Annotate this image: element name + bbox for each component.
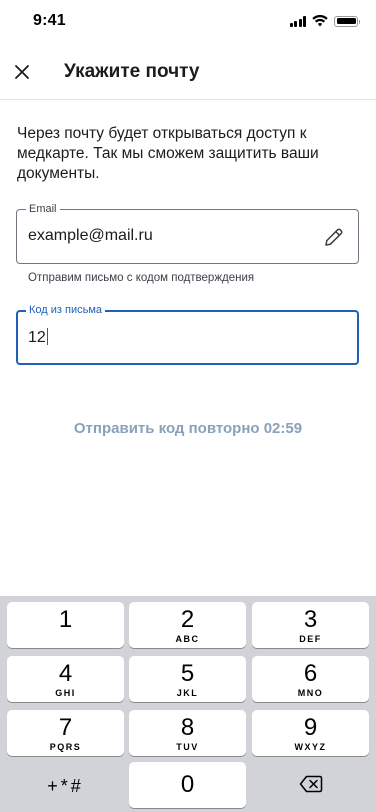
key-letters: GHI bbox=[55, 688, 76, 698]
key-2[interactable]: 2 ABC bbox=[129, 602, 246, 648]
close-button[interactable] bbox=[8, 58, 36, 86]
key-3[interactable]: 3 DEF bbox=[252, 602, 369, 648]
key-letters: PQRS bbox=[49, 742, 82, 752]
close-icon bbox=[15, 65, 29, 79]
key-number: 8 bbox=[180, 714, 195, 741]
resend-code-button[interactable]: Отправить код повторно 02:59 bbox=[0, 420, 376, 437]
key-number: 1 bbox=[58, 606, 73, 633]
status-time: 9:41 bbox=[33, 12, 66, 29]
key-letters: JKL bbox=[176, 688, 199, 698]
key-4[interactable]: 4 GHI bbox=[7, 656, 124, 702]
status-bar: 9:41 bbox=[0, 0, 376, 44]
wifi-icon bbox=[312, 15, 328, 27]
key-letters: DEF bbox=[299, 634, 322, 644]
key-number: 3 bbox=[303, 606, 318, 633]
key-5[interactable]: 5 JKL bbox=[129, 656, 246, 702]
key-letters: MNO bbox=[297, 688, 324, 698]
numeric-keyboard: 1 2 ABC 3 DEF 4 GHI 5 JKL 6 MNO 7 PQRS 8… bbox=[0, 596, 376, 812]
code-field-label: Код из письма bbox=[26, 303, 106, 317]
backspace-button[interactable] bbox=[252, 762, 369, 808]
key-letters: WXYZ bbox=[294, 742, 327, 752]
key-letters: TUV bbox=[176, 742, 199, 752]
key-number: 5 bbox=[180, 660, 195, 687]
page-title: Укажите почту bbox=[64, 61, 200, 82]
header: Укажите почту bbox=[0, 44, 376, 100]
status-icons bbox=[289, 15, 360, 27]
code-input-value: 12 bbox=[28, 329, 46, 346]
key-8[interactable]: 8 TUV bbox=[129, 710, 246, 756]
email-field-label: Email bbox=[26, 202, 60, 216]
key-number: 9 bbox=[303, 714, 318, 741]
backspace-icon bbox=[299, 775, 322, 793]
cellular-signal-icon bbox=[289, 15, 306, 27]
description-text: Через почту будет открываться доступ к м… bbox=[17, 125, 319, 182]
code-field[interactable]: Код из письма 12 bbox=[16, 303, 359, 365]
key-6[interactable]: 6 MNO bbox=[252, 656, 369, 702]
key-letters: ABC bbox=[175, 634, 200, 644]
email-field[interactable]: Email example@mail.ru bbox=[16, 202, 359, 264]
code-input[interactable]: 12 bbox=[28, 328, 49, 347]
key-number: 4 bbox=[58, 660, 73, 687]
key-7[interactable]: 7 PQRS bbox=[7, 710, 124, 756]
text-caret bbox=[46, 328, 49, 345]
key-number: 2 bbox=[180, 606, 195, 633]
key-number: 6 bbox=[303, 660, 318, 687]
key-number: 0 bbox=[180, 771, 195, 798]
email-hint: Отправим письмо с кодом подтверждения bbox=[28, 272, 255, 284]
pencil-icon[interactable] bbox=[322, 225, 346, 249]
battery-icon bbox=[334, 15, 360, 27]
key-number: 7 bbox=[58, 714, 73, 741]
key-9[interactable]: 9 WXYZ bbox=[252, 710, 369, 756]
key-0[interactable]: 0 bbox=[129, 762, 246, 808]
key-1[interactable]: 1 bbox=[7, 602, 124, 648]
email-field-value[interactable]: example@mail.ru bbox=[28, 227, 153, 245]
key-symbols-label: +*# bbox=[47, 776, 84, 796]
key-symbols[interactable]: +*# bbox=[7, 762, 124, 808]
